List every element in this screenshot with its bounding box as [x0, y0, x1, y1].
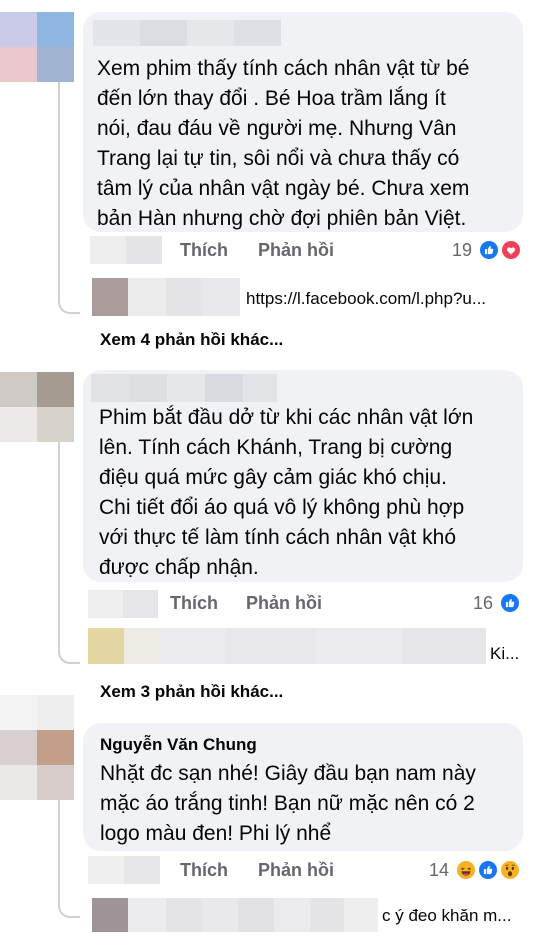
- like-button[interactable]: Thích: [180, 240, 228, 261]
- reply-name-blurred: [128, 898, 378, 932]
- comment-text: Xem phim thấy tính cách nhân vật từ bé đ…: [97, 57, 470, 230]
- thread-line: [58, 82, 80, 314]
- reaction-avatars-blurred: [90, 236, 162, 264]
- author-name-blurred[interactable]: [91, 374, 277, 402]
- thread-line: [58, 442, 80, 664]
- reply-name-blurred: [124, 628, 486, 664]
- author-name-blurred[interactable]: [93, 20, 281, 46]
- like-icon: [477, 859, 499, 881]
- reaction-avatars-blurred: [88, 590, 158, 618]
- reply-avatar-blurred[interactable]: [92, 898, 128, 932]
- avatar[interactable]: [0, 372, 74, 442]
- avatar[interactable]: [0, 730, 74, 800]
- reply-avatar-blurred[interactable]: [92, 278, 128, 316]
- comment-bubble: Xem phim thấy tính cách nhân vật từ bé đ…: [83, 12, 523, 232]
- reply-button[interactable]: Phản hồi: [246, 593, 322, 614]
- reaction-avatars-blurred: [88, 856, 160, 884]
- thread-line: [58, 800, 80, 918]
- avatar-blurred-top: [0, 695, 74, 730]
- love-icon: [500, 239, 522, 261]
- like-icon: [499, 592, 521, 614]
- comment-bubble: Nguyễn Văn Chung Nhặt đc sạn nhé! Giây đ…: [83, 723, 523, 851]
- reaction-count[interactable]: 14: [429, 860, 449, 881]
- reaction-count[interactable]: 16: [473, 593, 493, 614]
- view-more-replies[interactable]: Xem 3 phản hồi khác...: [100, 682, 283, 702]
- reply-name-blurred: [128, 278, 240, 316]
- wow-icon: [499, 859, 521, 881]
- like-icon: [478, 239, 500, 261]
- like-button[interactable]: Thích: [170, 593, 218, 614]
- reply-preview-text[interactable]: https://l.facebook.com/l.php?u...: [246, 289, 530, 309]
- reply-preview-text[interactable]: Ki...: [490, 644, 530, 664]
- view-more-replies[interactable]: Xem 4 phản hồi khác...: [100, 330, 283, 350]
- comment-bubble: Phim bắt đầu dở từ khi các nhân vật lớn …: [83, 370, 523, 582]
- reply-preview-text[interactable]: c ý đeo khăn m...: [382, 906, 532, 926]
- comment-text: Nhặt đc sạn nhé! Giây đầu bạn nam này mặ…: [100, 762, 476, 845]
- haha-icon: [455, 859, 477, 881]
- reaction-count[interactable]: 19: [452, 240, 472, 261]
- avatar[interactable]: [0, 12, 74, 82]
- comment-text: Phim bắt đầu dở từ khi các nhân vật lớn …: [99, 406, 474, 579]
- reply-button[interactable]: Phản hồi: [258, 240, 334, 261]
- author-name[interactable]: Nguyễn Văn Chung: [100, 735, 257, 755]
- reply-avatar-blurred[interactable]: [88, 628, 124, 664]
- like-button[interactable]: Thích: [180, 860, 228, 881]
- reply-button[interactable]: Phản hồi: [258, 860, 334, 881]
